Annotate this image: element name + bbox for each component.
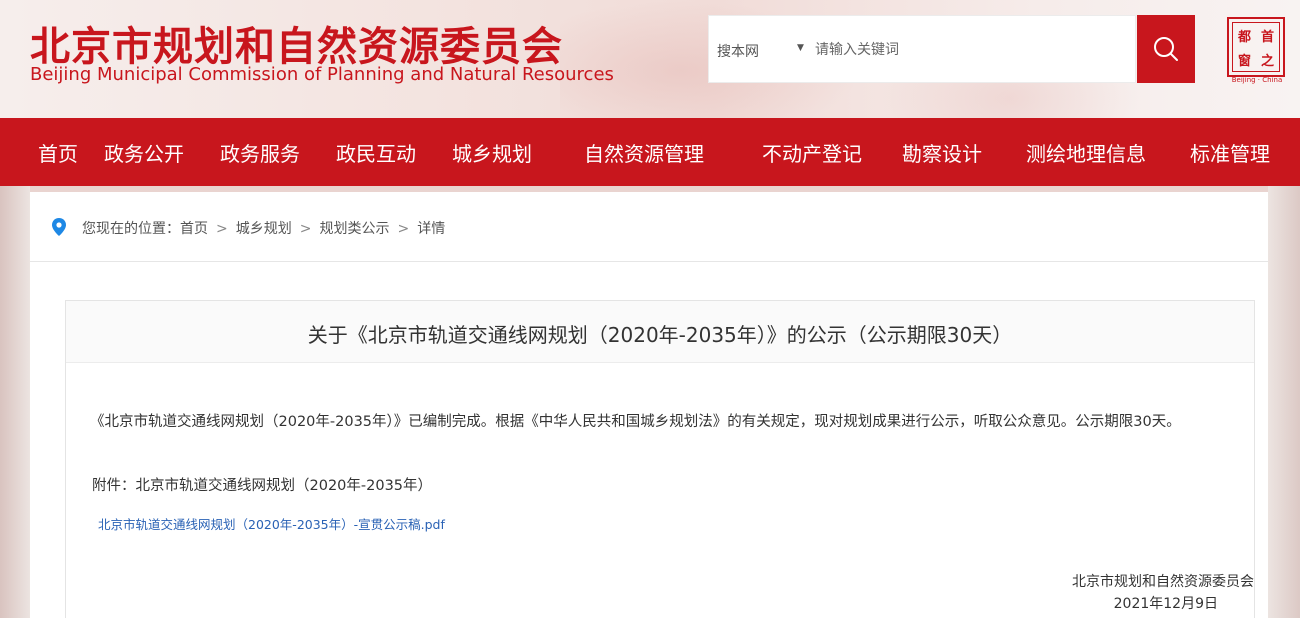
seal-char: 窗 [1237,53,1251,69]
attachment-pdf-link[interactable]: 北京市轨道交通线网规划（2020年-2035年）-宣贯公示稿.pdf [98,514,445,533]
nav-item-real-estate-registration[interactable]: 不动产登记 [762,138,862,167]
nav-item-government-affairs[interactable]: 政务公开 [104,138,184,167]
content-area: 关于《北京市轨道交通线网规划（2020年-2035年）》的公示（公示期限30天）… [30,262,1268,618]
seal-char: 之 [1260,53,1274,69]
main-nav: 首页 政务公开 政务服务 政民互动 城乡规划 自然资源管理 不动产登记 勘察设计… [0,118,1300,186]
nav-item-survey-design[interactable]: 勘察设计 [902,138,982,167]
nav-item-home[interactable]: 首页 [38,138,78,167]
capital-window-seal-logo[interactable]: 都 首 窗 之 [1227,17,1285,77]
nav-item-interaction[interactable]: 政民互动 [336,138,416,167]
breadcrumb-separator: > [299,221,312,237]
breadcrumb-item-detail: 详情 [417,221,446,237]
nav-item-government-services[interactable]: 政务服务 [220,138,300,167]
caret-down-icon[interactable]: ▼ [797,43,804,53]
nav-item-standards[interactable]: 标准管理 [1190,138,1270,167]
article-title: 关于《北京市轨道交通线网规划（2020年-2035年）》的公示（公示期限30天） [307,323,1013,347]
seal-caption: Beijing · China [1231,76,1283,84]
breadcrumb: 您现在的位置：首页 > 城乡规划 > 规划类公示 > 详情 [82,218,445,238]
location-pin-icon [52,218,66,236]
nav-item-surveying-mapping[interactable]: 测绘地理信息 [1026,138,1146,167]
nav-item-natural-resources[interactable]: 自然资源管理 [584,138,704,167]
search-icon [1154,37,1178,61]
breadcrumb-bar: 您现在的位置：首页 > 城乡规划 > 规划类公示 > 详情 [30,192,1268,262]
site-title-english: Beijing Municipal Commission of Planning… [30,64,614,85]
search-button[interactable] [1137,15,1195,83]
page-background-right [1268,186,1300,618]
breadcrumb-item-home[interactable]: 首页 [180,218,208,238]
breadcrumb-separator: > [397,221,410,237]
article: 关于《北京市轨道交通线网规划（2020年-2035年）》的公示（公示期限30天）… [65,300,1255,618]
search-input[interactable] [815,36,1115,64]
signature-organization: 北京市规划和自然资源委员会 [1072,574,1254,590]
seal-char: 都 [1237,29,1251,45]
article-paragraph: 《北京市轨道交通线网规划（2020年-2035年）》已编制完成。根据《中华人民共… [90,414,1181,430]
breadcrumb-item-urban-rural-planning[interactable]: 城乡规划 [236,218,292,238]
breadcrumb-item-planning-notices[interactable]: 规划类公示 [319,218,389,238]
signature-date: 2021年12月9日 [1113,596,1218,612]
attachment-label: 附件：北京市轨道交通线网规划（2020年-2035年） [92,478,433,494]
nav-item-urban-rural-planning[interactable]: 城乡规划 [452,138,532,167]
page-background-left [0,186,30,618]
article-title-bar: 关于《北京市轨道交通线网规划（2020年-2035年）》的公示（公示期限30天） [66,301,1254,363]
breadcrumb-separator: > [216,221,228,237]
search-box: 搜本网 ▼ [708,15,1136,83]
seal-char: 首 [1260,29,1274,45]
search-scope-select[interactable]: 搜本网 [717,41,759,61]
breadcrumb-prefix: 您现在的位置： [82,221,180,237]
